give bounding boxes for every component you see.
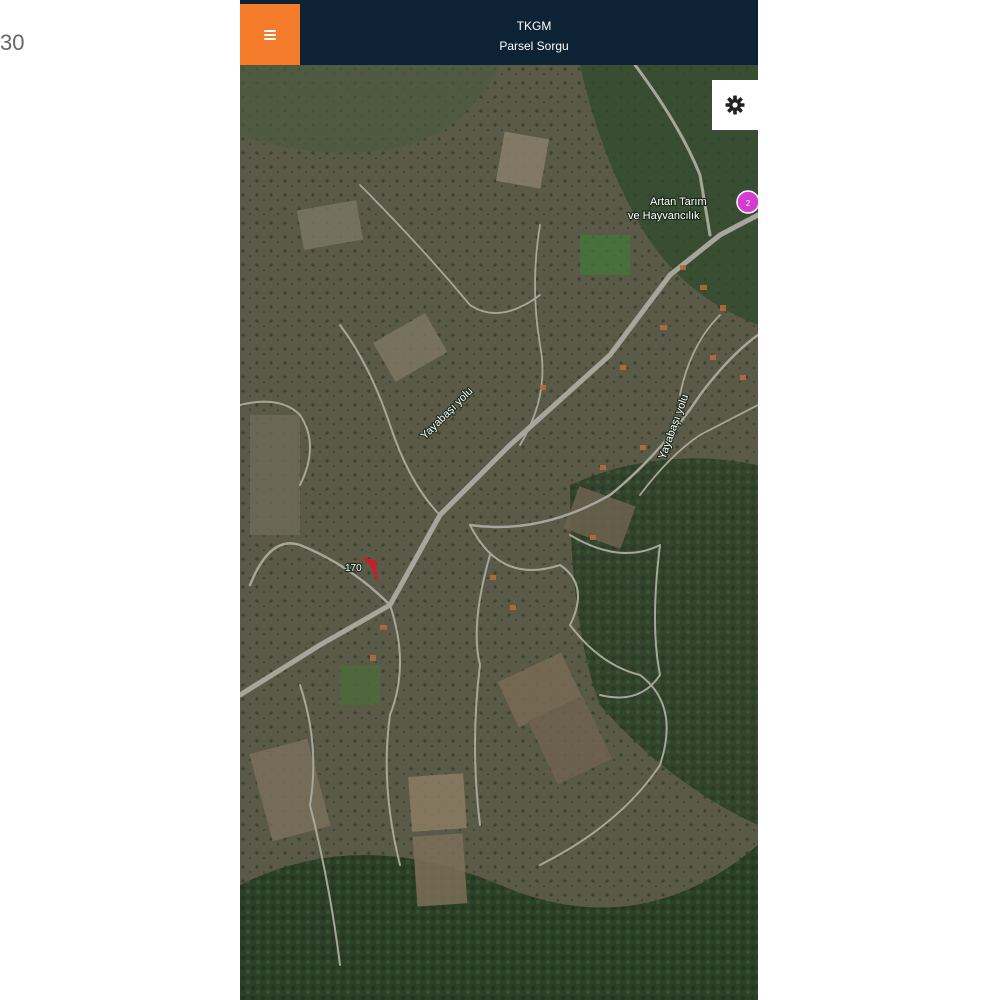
hamburger-icon bbox=[264, 29, 276, 40]
app-header: TKGM Parsel Sorgu bbox=[240, 0, 758, 65]
header-title-block: TKGM Parsel Sorgu bbox=[300, 18, 758, 54]
place-name-line2: ve Hayvancılık bbox=[628, 210, 700, 222]
app-title: TKGM bbox=[516, 19, 552, 33]
gear-icon bbox=[725, 95, 745, 115]
place-marker-icon[interactable]: 2 bbox=[736, 190, 758, 214]
parcel-pin-label: 170 bbox=[345, 563, 362, 574]
menu-button[interactable] bbox=[240, 4, 300, 65]
settings-button[interactable] bbox=[712, 80, 758, 130]
satellite-map[interactable]: Yayabaşı yolu Yayabaşı yolu Artan Tarım … bbox=[240, 65, 758, 1000]
place-marker-text: 2 bbox=[746, 199, 751, 208]
outer-page-label: 30 bbox=[0, 30, 25, 55]
place-name-line1: Artan Tarım bbox=[650, 196, 707, 208]
phone-screen: TKGM Parsel Sorgu Yayabaşı yolu Yayabaşı… bbox=[240, 0, 758, 1000]
app-subtitle: Parsel Sorgu bbox=[499, 39, 569, 53]
